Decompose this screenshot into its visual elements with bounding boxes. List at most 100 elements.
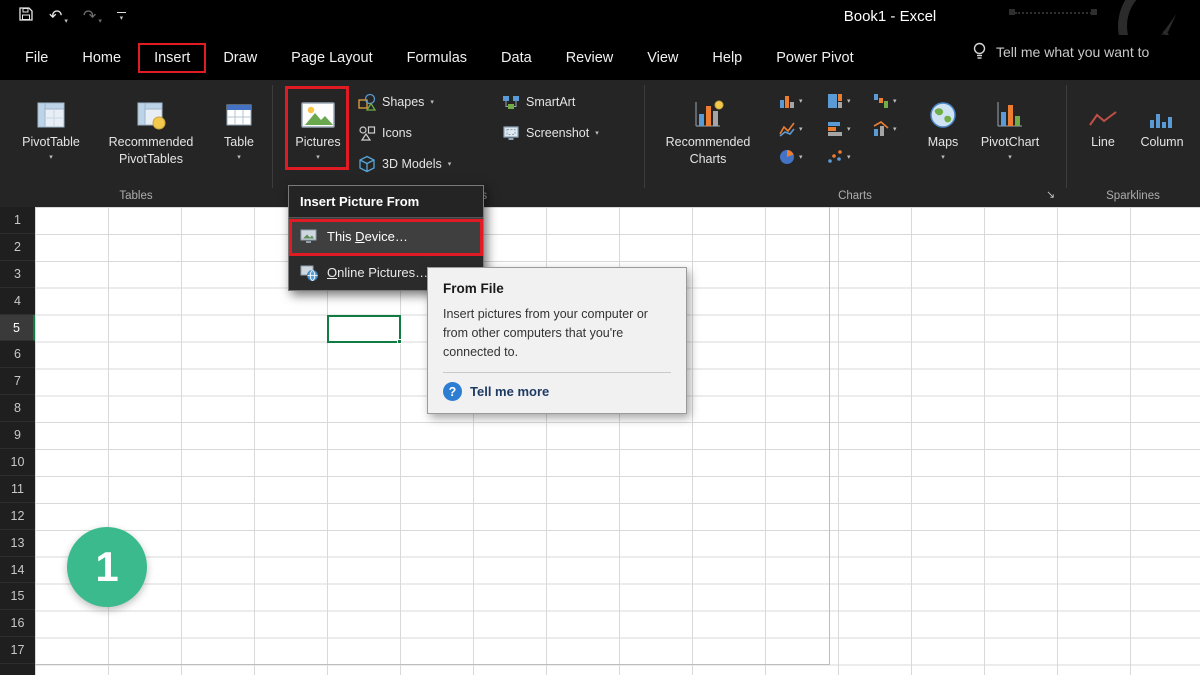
chevron-down-icon: ▾ [799, 126, 803, 133]
row-header-1[interactable]: 1 [0, 207, 35, 234]
ribbon: PivotTable ▾ Recommended PivotTables Tab… [0, 80, 1200, 207]
line-chart-icon [778, 120, 796, 138]
combo-chart-icon [872, 120, 890, 138]
tab-home[interactable]: Home [65, 42, 138, 74]
pivottable-icon [36, 100, 66, 130]
tab-page-layout[interactable]: Page Layout [274, 42, 389, 74]
row-header-13[interactable]: 13 [0, 530, 35, 557]
row-headers: 1234567891011121314151617 [0, 207, 35, 675]
tables-group-label: Tables [0, 190, 272, 205]
customize-quick-access-button[interactable]: ▾ [117, 12, 126, 22]
tab-review[interactable]: Review [549, 42, 631, 74]
insert-line-chart-button[interactable]: ▾ [778, 120, 803, 138]
recommended-pivottables-icon [136, 100, 166, 130]
insert-column-chart-button[interactable]: ▾ [778, 92, 803, 110]
row-header-12[interactable]: 12 [0, 503, 35, 530]
smartart-icon [502, 93, 520, 111]
save-button[interactable] [18, 6, 34, 27]
charts-dialog-launcher[interactable]: ↘ [1046, 188, 1055, 201]
row-header-6[interactable]: 6 [0, 341, 35, 368]
insert-picture-menu-header: Insert Picture From [289, 186, 483, 218]
row-header-3[interactable]: 3 [0, 261, 35, 288]
3d-models-button[interactable]: 3D Models ▾ [358, 152, 451, 176]
chevron-down-icon: ▾ [316, 154, 320, 161]
row-header-14[interactable]: 14 [0, 557, 35, 584]
row-header-15[interactable]: 15 [0, 583, 35, 610]
chevron-down-icon: ▾ [893, 98, 897, 105]
chevron-down-icon: ▾ [49, 154, 53, 161]
charts-group-label: Charts [644, 190, 1066, 205]
tab-draw[interactable]: Draw [206, 42, 274, 74]
tell-me-box[interactable]: Tell me what you want to [972, 42, 1149, 61]
tab-insert[interactable]: Insert [138, 43, 206, 73]
chevron-down-icon: ▾ [237, 154, 241, 161]
smartart-button[interactable]: SmartArt [502, 90, 575, 114]
tab-formulas[interactable]: Formulas [390, 42, 484, 74]
pivotchart-icon [994, 100, 1026, 130]
undo-button[interactable]: ↶ ▾ [49, 9, 68, 25]
pictures-button[interactable]: Pictures ▾ [288, 84, 348, 161]
used-range-bottom-border [35, 664, 830, 665]
group-divider [1066, 85, 1067, 188]
screenshot-icon [502, 124, 520, 142]
tell-me-text: Tell me what you want to [996, 44, 1149, 60]
window-title: Book1 - Excel [790, 8, 990, 25]
insert-combo-chart-button[interactable]: ▾ [872, 120, 897, 138]
insert-waterfall-chart-button[interactable]: ▾ [872, 92, 897, 110]
tab-help[interactable]: Help [695, 42, 759, 74]
title-bar: ↶ ▾ ↷ ▾ ▾ Book1 - Excel [0, 0, 1200, 35]
pivotchart-button[interactable]: PivotChart ▾ [976, 84, 1044, 161]
recommended-charts-icon [692, 100, 724, 130]
chevron-down-icon: ▾ [799, 154, 803, 161]
row-header-16[interactable]: 16 [0, 610, 35, 637]
insert-bar-chart-button[interactable]: ▾ [826, 120, 851, 138]
fill-handle[interactable] [397, 339, 402, 344]
sparkline-column-button[interactable]: Column [1132, 84, 1192, 151]
row-header-5[interactable]: 5 [0, 315, 35, 342]
pivottable-button[interactable]: PivotTable ▾ [10, 84, 92, 161]
tab-data[interactable]: Data [484, 42, 549, 74]
row-header-7[interactable]: 7 [0, 368, 35, 395]
group-divider [644, 85, 645, 188]
tab-file[interactable]: File [8, 42, 65, 74]
sparkline-line-button[interactable]: Line [1080, 84, 1126, 151]
tell-me-more-link[interactable]: ? Tell me more [443, 382, 671, 401]
row-header-11[interactable]: 11 [0, 476, 35, 503]
screenshot-button[interactable]: Screenshot ▾ [502, 121, 599, 145]
sparkline-line-icon [1089, 110, 1117, 130]
redo-button[interactable]: ↷ ▾ [83, 9, 102, 25]
undo-icon: ↶ [49, 9, 62, 25]
row-header-9[interactable]: 9 [0, 422, 35, 449]
row-header-4[interactable]: 4 [0, 288, 35, 315]
table-button[interactable]: Table ▾ [212, 84, 266, 161]
recommended-charts-button[interactable]: Recommended Charts [652, 84, 764, 168]
row-header-2[interactable]: 2 [0, 234, 35, 261]
insert-pie-chart-button[interactable]: ▾ [778, 148, 803, 166]
lightbulb-icon [972, 42, 987, 61]
row-header-10[interactable]: 10 [0, 449, 35, 476]
tab-power-pivot[interactable]: Power Pivot [759, 42, 870, 74]
this-device-icon [300, 228, 318, 245]
chevron-down-icon: ▾ [430, 99, 434, 106]
chevron-down-icon: ▾ [799, 98, 803, 105]
insert-scatter-chart-button[interactable]: ▾ [826, 148, 851, 166]
icons-button[interactable]: Icons [358, 121, 412, 145]
maps-button[interactable]: Maps ▾ [918, 84, 968, 161]
tab-view[interactable]: View [630, 42, 695, 74]
icons-icon [358, 124, 376, 142]
row-header-17[interactable]: 17 [0, 637, 35, 664]
chevron-down-icon: ▾ [64, 18, 68, 25]
ribbon-tab-bar: File Home Insert Draw Page Layout Formul… [0, 35, 1200, 80]
tell-me-more-label: Tell me more [470, 384, 549, 399]
row-header-8[interactable]: 8 [0, 395, 35, 422]
insert-hierarchy-chart-button[interactable]: ▾ [826, 92, 851, 110]
shapes-button[interactable]: Shapes ▾ [358, 90, 434, 114]
chevron-down-icon: ▾ [893, 126, 897, 133]
active-cell[interactable] [327, 315, 401, 343]
quick-access-toolbar: ↶ ▾ ↷ ▾ ▾ [18, 6, 126, 27]
chevron-down-icon: ▾ [847, 98, 851, 105]
recommended-pivottables-button[interactable]: Recommended PivotTables [96, 84, 206, 168]
tooltip-divider [443, 372, 671, 373]
menu-item-this-device[interactable]: This Device… [289, 218, 483, 254]
help-icon: ? [443, 382, 462, 401]
